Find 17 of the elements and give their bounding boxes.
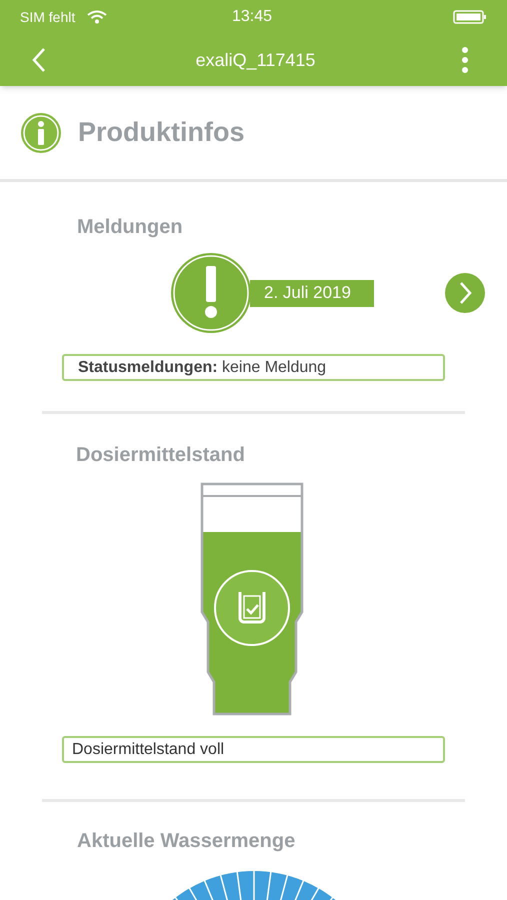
status-message-field: Statusmeldungen: keine Meldung [62, 354, 445, 381]
message-date: 2. Juli 2019 [250, 280, 374, 306]
battery-icon [453, 9, 487, 25]
chevron-right-icon [458, 281, 472, 305]
page-title: Produktinfos [78, 116, 244, 150]
screen-title: exaliQ_117415 [196, 48, 316, 72]
section-heading: Meldungen [77, 215, 184, 240]
next-button[interactable] [445, 273, 485, 313]
dosing-status-field: Dosiermittelstand voll [62, 736, 445, 763]
section-heading: Aktuelle Wassermenge [77, 829, 296, 854]
wifi-icon [87, 10, 108, 24]
back-chevron-icon [32, 47, 46, 73]
info-icon [20, 112, 62, 154]
section-heading: Dosiermittelstand [76, 443, 246, 468]
carrier-text: SIM fehlt [20, 8, 76, 26]
clock-text: 13:45 [232, 7, 272, 27]
alert-icon [170, 252, 252, 334]
